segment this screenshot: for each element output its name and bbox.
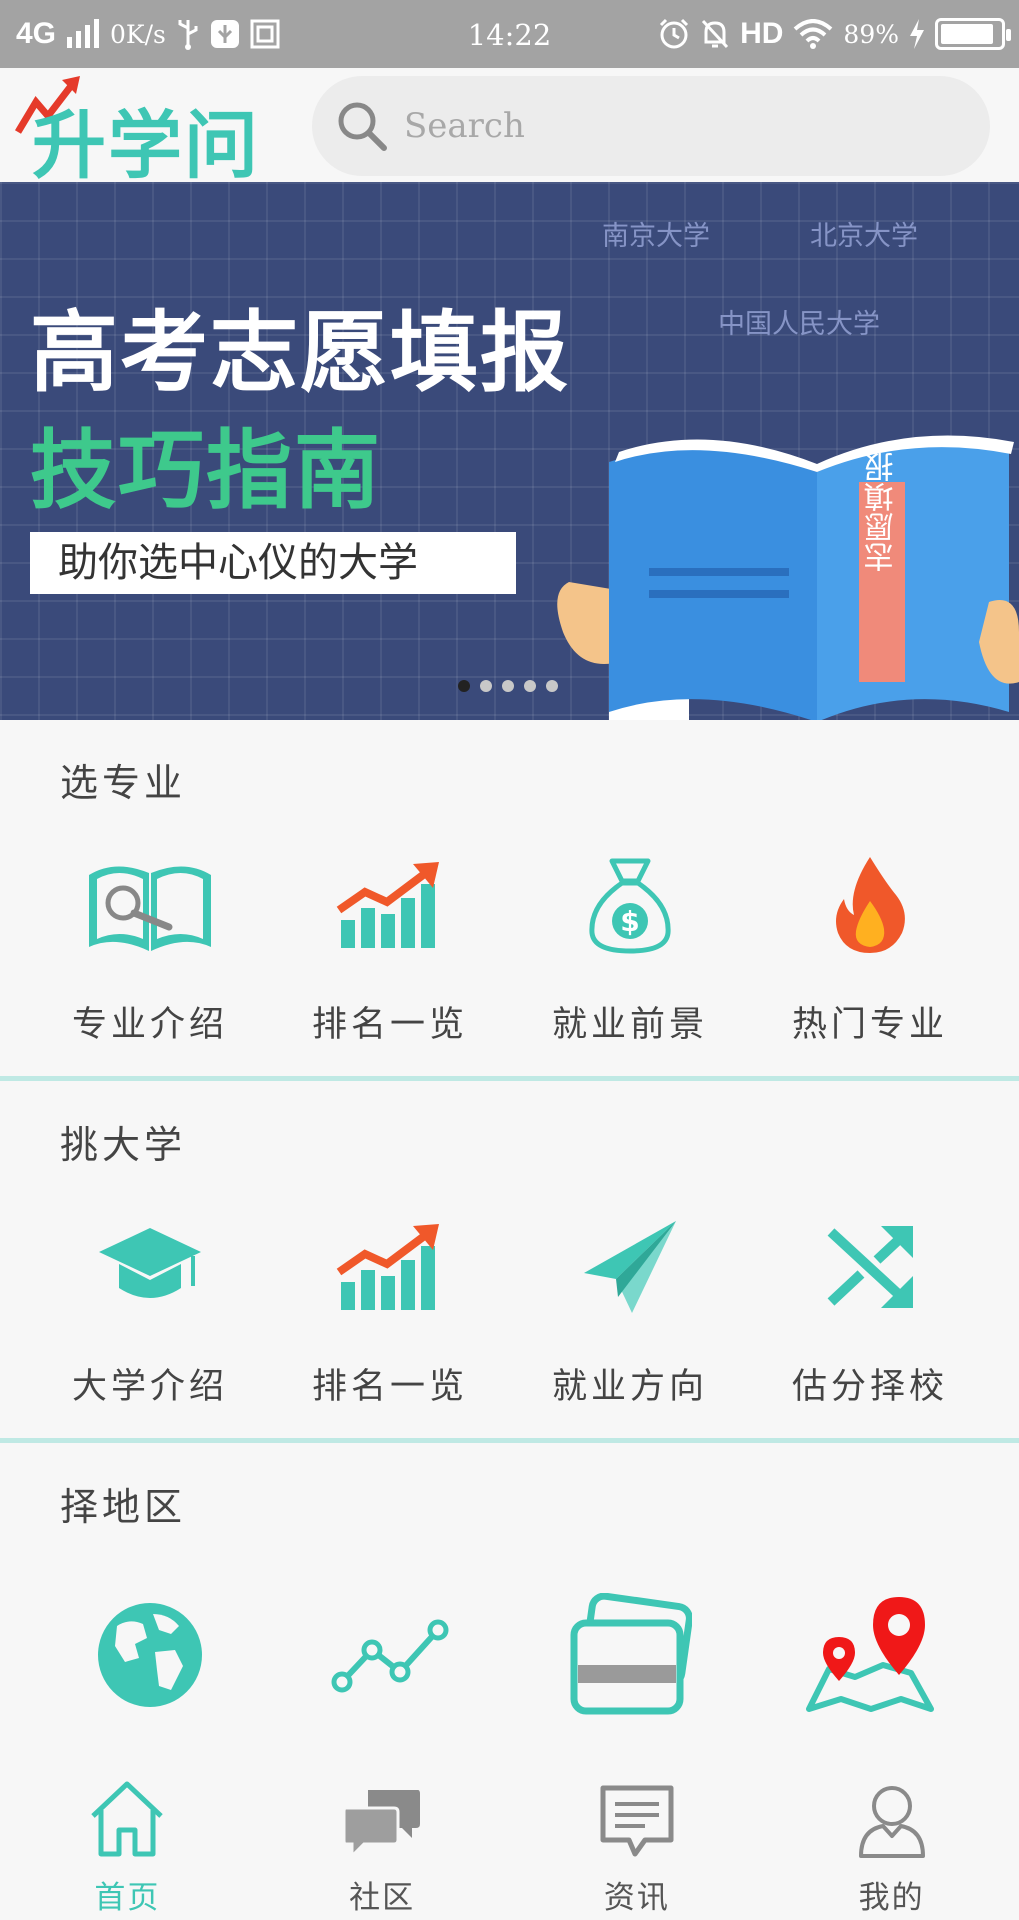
section-divider xyxy=(0,1438,1019,1443)
globe-icon xyxy=(98,1603,202,1707)
hot-majors-label: 热门专业 xyxy=(791,1005,948,1045)
employment-direction-label: 就业方向 xyxy=(551,1367,708,1407)
graduation-cap-icon xyxy=(99,1228,201,1298)
alarm-icon xyxy=(660,18,689,49)
university-ranking-item[interactable]: 排名一览 xyxy=(270,1202,510,1409)
major-intro-label: 专业介绍 xyxy=(71,1005,228,1045)
banner-university-label: 中国人民大学 xyxy=(718,309,880,340)
money-bag-icon: $ xyxy=(589,858,671,954)
nav-community-label: 社区 xyxy=(349,1880,416,1916)
trend-bars-icon xyxy=(336,862,439,948)
trend-bars-icon xyxy=(336,1224,439,1310)
section-title-universities: 挑大学 xyxy=(60,1123,187,1167)
employment-direction-item[interactable]: 就业方向 xyxy=(510,1202,750,1409)
line-chart-icon xyxy=(331,1619,449,1693)
banner-subtitle-green: 技巧指南 xyxy=(30,421,382,521)
mute-bell-icon xyxy=(701,19,729,49)
charging-icon xyxy=(910,19,924,49)
pagination-dot[interactable] xyxy=(458,680,470,692)
paper-plane-icon xyxy=(584,1221,676,1313)
pagination-dot[interactable] xyxy=(502,680,514,692)
pagination-dot[interactable] xyxy=(524,680,536,692)
logo-text: 升学问 xyxy=(32,103,260,189)
nav-community[interactable]: 社区 xyxy=(255,1768,510,1920)
battery-fill xyxy=(941,24,993,44)
major-intro-item[interactable]: 专业介绍 xyxy=(30,840,270,1047)
bottom-navigation: 首页 社区 资讯 我的 xyxy=(0,1768,1019,1920)
major-ranking-label: 排名一览 xyxy=(311,1005,468,1045)
home-icon xyxy=(91,1781,164,1857)
person-icon xyxy=(858,1786,925,1858)
message-icon xyxy=(600,1785,674,1857)
hd-indicator: HD xyxy=(740,17,784,50)
chat-bubbles-icon xyxy=(342,1790,421,1858)
employment-prospect-item[interactable]: $ 就业前景 xyxy=(510,840,750,1047)
promo-banner[interactable]: 南京大学 北京大学 中国人民大学 高考志愿填报 技巧指南 助你选中心仪的大学 志… xyxy=(0,182,1019,720)
pagination-dot[interactable] xyxy=(480,680,492,692)
svg-text:$: $ xyxy=(620,905,639,938)
search-icon xyxy=(338,102,387,151)
wifi-icon xyxy=(794,19,833,49)
section-title-regions: 择地区 xyxy=(60,1485,187,1529)
university-intro-item[interactable]: 大学介绍 xyxy=(30,1202,270,1409)
hot-majors-item[interactable]: 热门专业 xyxy=(750,840,990,1047)
universities-grid: 大学介绍 排名一览 就业方向 估分择校 xyxy=(0,1202,1019,1409)
university-ranking-label: 排名一览 xyxy=(311,1367,468,1407)
battery-percent: 89% xyxy=(843,19,899,49)
app-header: 升学问 xyxy=(0,68,1019,189)
shuffle-icon xyxy=(827,1226,913,1308)
region-globe-item[interactable] xyxy=(30,1590,270,1720)
nav-profile[interactable]: 我的 xyxy=(764,1768,1019,1920)
employment-prospect-label: 就业前景 xyxy=(551,1005,708,1045)
score-school-select-label: 估分择校 xyxy=(791,1367,948,1407)
fire-icon xyxy=(836,857,905,953)
search-bar[interactable] xyxy=(312,76,990,176)
region-trend-item[interactable] xyxy=(270,1590,510,1720)
major-ranking-item[interactable]: 排名一览 xyxy=(270,840,510,1047)
banner-pagination xyxy=(458,680,558,692)
banner-title: 高考志愿填报 xyxy=(30,301,571,404)
banner-university-label: 北京大学 xyxy=(810,221,918,252)
status-bar: 4G 0K/s 14:22 HD 89% xyxy=(0,0,1019,68)
book-spine-text: 志愿填报 xyxy=(864,452,900,572)
nav-news-label: 资讯 xyxy=(603,1880,670,1916)
region-cards-item[interactable] xyxy=(510,1590,750,1720)
nav-home[interactable]: 首页 xyxy=(0,1768,255,1920)
map-pin-icon xyxy=(806,1597,934,1712)
app-logo: 升学问 xyxy=(14,76,304,189)
majors-grid: 专业介绍 排名一览 $ 就业前景 热门专业 xyxy=(0,840,1019,1047)
section-divider xyxy=(0,1076,1019,1081)
battery-icon xyxy=(935,18,1011,50)
region-map-item[interactable] xyxy=(750,1590,990,1720)
university-intro-label: 大学介绍 xyxy=(71,1367,228,1407)
nav-profile-label: 我的 xyxy=(858,1880,925,1916)
section-title-majors: 选专业 xyxy=(60,761,187,805)
pagination-dot[interactable] xyxy=(546,680,558,692)
nav-home-label: 首页 xyxy=(94,1880,161,1916)
banner-tagline: 助你选中心仪的大学 xyxy=(30,532,516,594)
score-school-select-item[interactable]: 估分择校 xyxy=(750,1202,990,1409)
regions-grid xyxy=(0,1590,1019,1720)
cards-icon xyxy=(570,1593,692,1715)
book-illustration: 志愿填报 xyxy=(557,435,1019,720)
banner-university-label: 南京大学 xyxy=(602,221,710,252)
book-search-icon xyxy=(89,866,211,951)
nav-news[interactable]: 资讯 xyxy=(510,1768,765,1920)
search-input[interactable] xyxy=(404,106,964,146)
